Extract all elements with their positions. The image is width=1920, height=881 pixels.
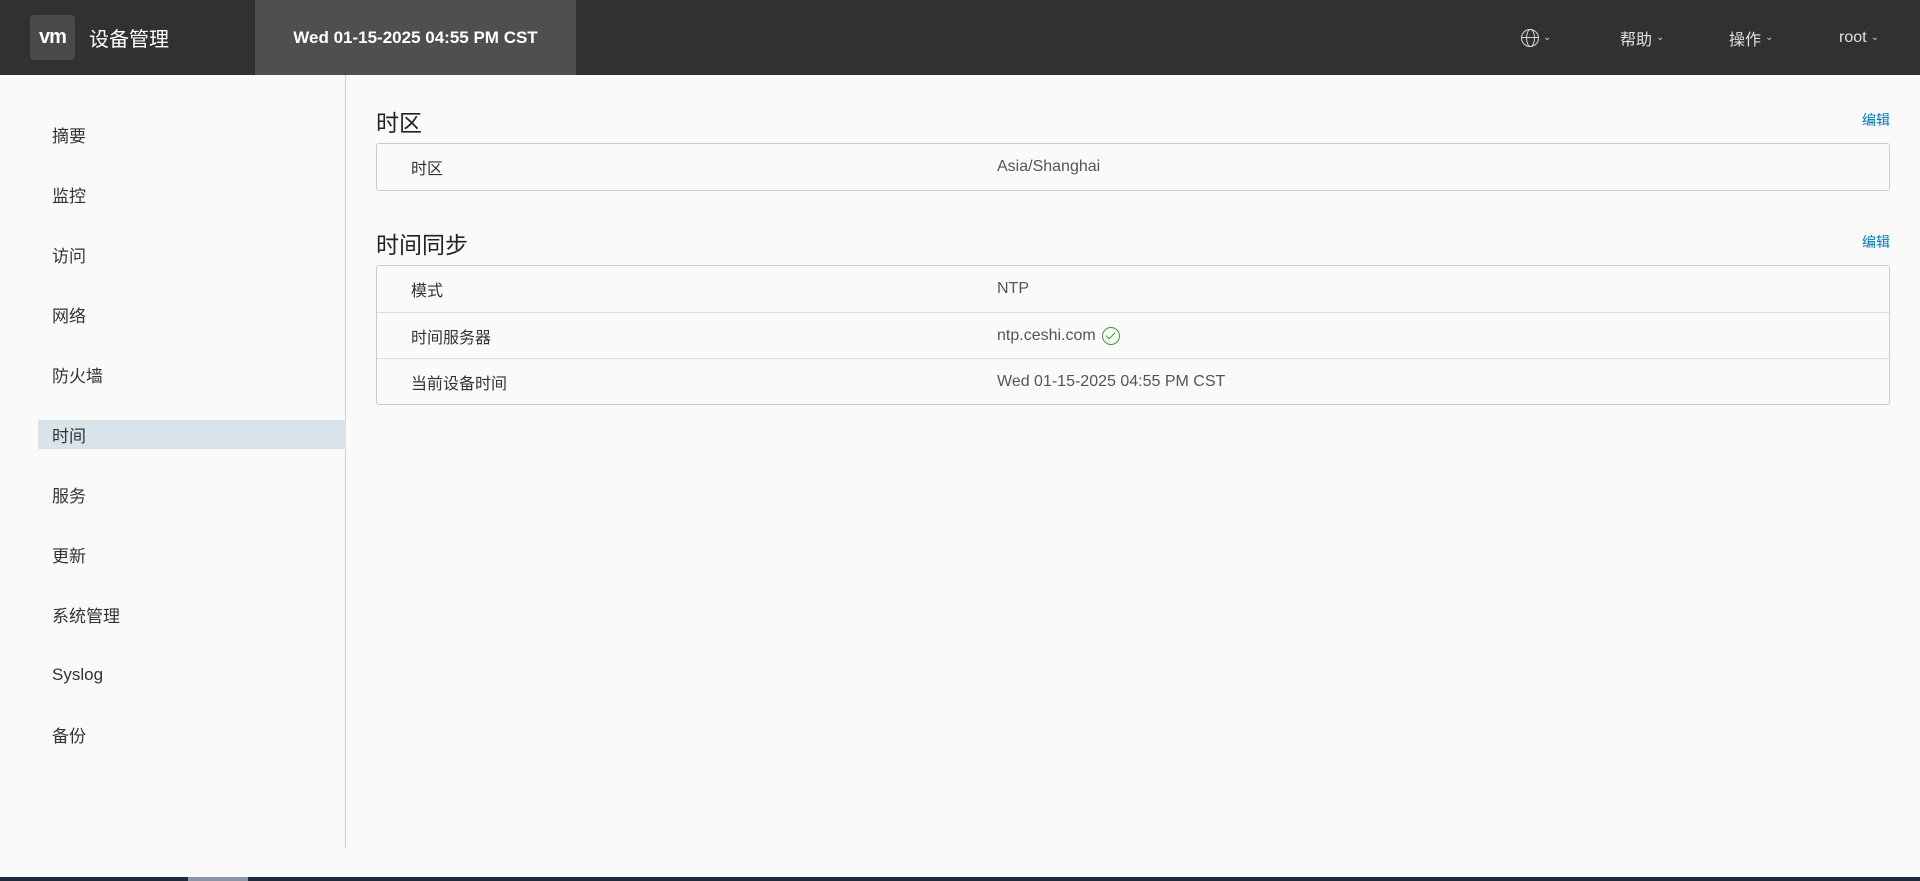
taskbar-strip [0,877,1920,881]
globe-icon [1521,28,1539,47]
actions-menu-label: 操作 [1729,31,1762,49]
table-row: 时区 Asia/Shanghai [377,144,1889,190]
app-title: 设备管理 [89,29,169,51]
table-row: 模式 NTP [377,266,1889,312]
row-value: Wed 01-15-2025 04:55 PM CST [997,372,1226,390]
row-key: 时间服务器 [411,329,492,347]
time-sync-edit-link[interactable]: 编辑 [1862,232,1890,252]
sidebar-item-time[interactable]: 时间 [38,420,346,449]
table-row: 当前设备时间 Wed 01-15-2025 04:55 PM CST [377,358,1889,404]
sidebar-item-monitor[interactable]: 监控 [38,180,346,209]
row-key: 模式 [411,283,444,300]
chevron-down-icon: ⌄ [1870,32,1879,43]
row-value: NTP [997,280,1029,297]
sidebar-item-firewall[interactable]: 防火墙 [38,360,346,389]
sidebar-item-summary[interactable]: 摘要 [38,120,346,149]
user-menu[interactable]: root ⌄ [1839,0,1879,75]
top-header: vm 设备管理 Wed 01-15-2025 04:55 PM CST ⌄ 帮助… [0,0,1920,75]
row-value: Asia/Shanghai [997,158,1101,175]
table-row: 时间服务器 ntp.ceshi.com [377,312,1889,358]
sidebar-item-access[interactable]: 访问 [38,240,346,269]
language-menu[interactable]: ⌄ [1521,0,1551,75]
sidebar-item-syslog[interactable]: Syslog [38,660,346,689]
vmware-logo: vm [30,15,75,60]
time-sync-section-title: 时间同步 [376,232,468,258]
check-circle-icon [1101,326,1120,345]
sidebar-item-network[interactable]: 网络 [38,300,346,329]
help-menu[interactable]: 帮助 ⌄ [1620,0,1664,75]
timezone-section-title: 时区 [376,110,422,136]
ntp-server-value: ntp.ceshi.com [997,326,1096,344]
timezone-panel: 时区 Asia/Shanghai [376,143,1890,191]
chevron-down-icon: ⌄ [1765,32,1774,43]
sidebar-nav: 摘要 监控 访问 网络 防火墙 时间 服务 更新 系统管理 Syslog 备份 [0,75,346,848]
sidebar-item-services[interactable]: 服务 [38,480,346,509]
chevron-down-icon: ⌄ [1656,32,1665,43]
header-clock: Wed 01-15-2025 04:55 PM CST [255,0,576,75]
time-sync-panel: 模式 NTP 时间服务器 ntp.ceshi.com 当前设备时间 Wed 01… [376,265,1890,405]
actions-menu[interactable]: 操作 ⌄ [1729,0,1773,75]
help-menu-label: 帮助 [1620,31,1653,49]
chevron-down-icon: ⌄ [1543,32,1552,43]
sidebar-item-backup[interactable]: 备份 [38,720,346,749]
timezone-edit-link[interactable]: 编辑 [1862,110,1890,130]
sidebar-item-update[interactable]: 更新 [38,540,346,569]
user-menu-label: root [1839,28,1867,46]
sidebar-item-administration[interactable]: 系统管理 [38,600,346,629]
row-key: 当前设备时间 [411,375,508,393]
row-key: 时区 [411,161,444,178]
row-value-with-status: ntp.ceshi.com [997,326,1120,345]
brand[interactable]: vm 设备管理 [30,15,169,60]
